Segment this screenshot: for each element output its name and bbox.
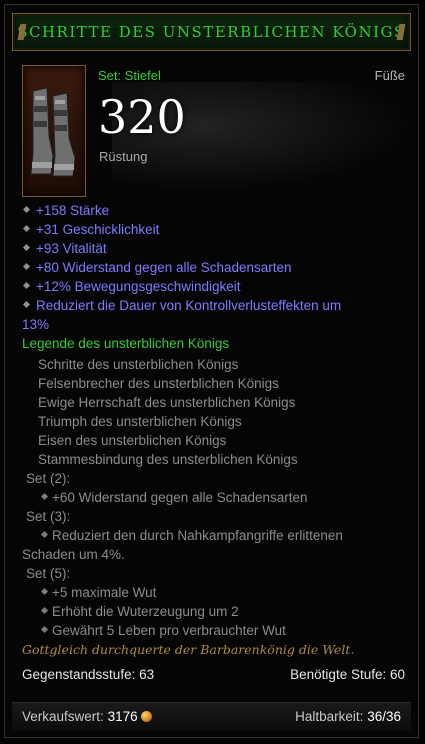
- set-items-list: Schritte des unsterblichen Königs Felsen…: [38, 355, 298, 469]
- set-bonus-line-cont: Schaden um 4%.: [22, 547, 125, 562]
- stat-line: +158 Stärke: [22, 201, 402, 220]
- set-item: Felsenbrecher des unsterblichen Königs: [38, 376, 279, 391]
- stat-line-cc-reduction: Reduziert die Dauer von Kontrollverluste…: [22, 298, 342, 332]
- set-item: Stammesbindung des unsterblichen Königs: [38, 452, 298, 467]
- set-bonus-3: Set (3): Reduziert den durch Nahkampfang…: [22, 507, 406, 564]
- bullet-icon: [22, 300, 31, 309]
- item-name: SCHRITTE DES UNSTERBLICHEN KÖNIGS: [17, 23, 406, 41]
- item-set-label: Set: Stiefel: [98, 68, 161, 83]
- set-bonus-2: Set (2): +60 Widerstand gegen alle Schad…: [26, 469, 406, 507]
- required-level: Benötigte Stufe: 60: [290, 667, 405, 682]
- item-title-banner: SCHRITTE DES UNSTERBLICHEN KÖNIGS: [12, 13, 411, 51]
- set-item: Eisen des unsterblichen Königs: [38, 433, 227, 448]
- bullet-icon: [40, 492, 49, 501]
- set-bonus-label: Set (3):: [26, 509, 71, 524]
- armor-value: 320: [98, 90, 186, 144]
- bullet-icon: [40, 625, 49, 634]
- sell-value: Verkaufswert: 3176: [22, 709, 152, 724]
- primary-stats-list: +158 Stärke +31 Geschicklichkeit +93 Vit…: [22, 201, 402, 334]
- set-bonus-label: Set (5):: [26, 566, 71, 581]
- set-name: Legende des unsterblichen Königs: [22, 336, 230, 351]
- durability: Haltbarkeit: 36/36: [295, 709, 401, 724]
- bullet-icon: [40, 606, 49, 615]
- set-bonus-line: Erhöht die Wuterzeugung um 2: [26, 602, 406, 621]
- stat-line: +12% Bewegungsgeschwindigkeit: [22, 277, 402, 296]
- stat-line: +31 Geschicklichkeit: [22, 220, 402, 239]
- bullet-icon: [22, 262, 31, 271]
- item-slot: Füße: [374, 68, 405, 83]
- bullet-icon: [22, 224, 31, 233]
- stat-line: +93 Vitalität: [22, 239, 402, 258]
- bullet-icon: [22, 243, 31, 252]
- set-bonus-line: +5 maximale Wut: [26, 583, 406, 602]
- bullet-icon: [40, 530, 49, 539]
- gold-coin-icon: [140, 711, 152, 722]
- set-item: Triumph des unsterblichen Königs: [38, 414, 242, 429]
- armor-label: Rüstung: [99, 149, 148, 164]
- set-item: Ewige Herrschaft des unsterblichen König…: [38, 395, 296, 410]
- item-level: Gegenstandsstufe: 63: [22, 667, 155, 682]
- set-item: Schritte des unsterblichen Königs: [38, 357, 239, 372]
- flavor-text: Gottgleich durchquerte der Barbarenkönig…: [22, 642, 355, 657]
- set-bonus-label: Set (2):: [26, 471, 71, 486]
- tooltip-footer: Verkaufswert: 3176 Haltbarkeit: 36/36: [12, 702, 411, 731]
- boots-icon: [30, 87, 76, 177]
- set-bonus-line: Reduziert den durch Nahkampfangriffe erl…: [26, 526, 406, 545]
- bullet-icon: [22, 281, 31, 290]
- item-portrait: [22, 65, 86, 197]
- bullet-icon: [22, 205, 31, 214]
- set-bonus-5: Set (5): +5 maximale Wut Erhöht die Wute…: [26, 564, 406, 640]
- bullet-icon: [40, 587, 49, 596]
- set-bonus-line: Gewährt 5 Leben pro verbrauchter Wut: [26, 621, 406, 640]
- stat-line: +80 Widerstand gegen alle Schadensarten: [22, 258, 402, 277]
- set-bonus-line: +60 Widerstand gegen alle Schadensarten: [26, 488, 406, 507]
